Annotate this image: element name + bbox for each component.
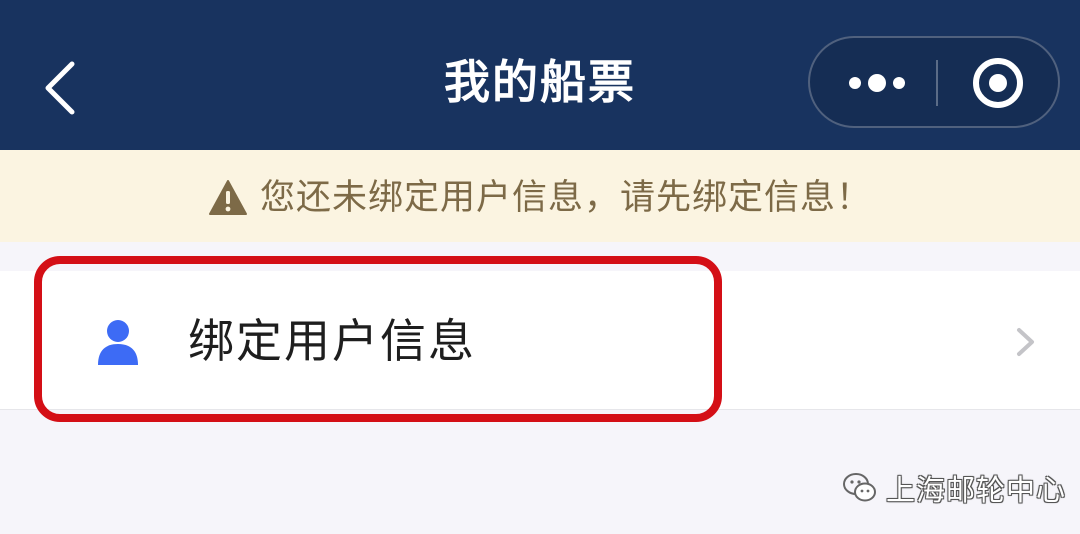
close-button[interactable] <box>938 38 1058 126</box>
wechat-icon <box>843 473 876 502</box>
mini-program-close-icon <box>973 58 1023 108</box>
bind-user-info-label: 绑定用户信息 <box>188 314 476 368</box>
more-button[interactable] <box>810 38 936 126</box>
chevron-right-icon <box>1017 328 1034 356</box>
warning-triangle-icon <box>208 180 247 215</box>
watermark-text: 上海邮轮中心 <box>886 473 1067 507</box>
mini-program-capsule <box>808 36 1060 128</box>
user-icon <box>98 320 138 365</box>
notice-banner: 您还未绑定用户信息，请先绑定信息！ <box>0 150 1080 242</box>
notice-text: 您还未绑定用户信息，请先绑定信息！ <box>259 178 872 218</box>
bind-user-info-item[interactable]: 绑定用户信息 <box>0 271 1080 410</box>
navigation-bar: 我的船票 <box>0 0 1080 150</box>
watermark: 上海邮轮中心 <box>842 466 1066 510</box>
more-dots-icon <box>849 74 905 92</box>
